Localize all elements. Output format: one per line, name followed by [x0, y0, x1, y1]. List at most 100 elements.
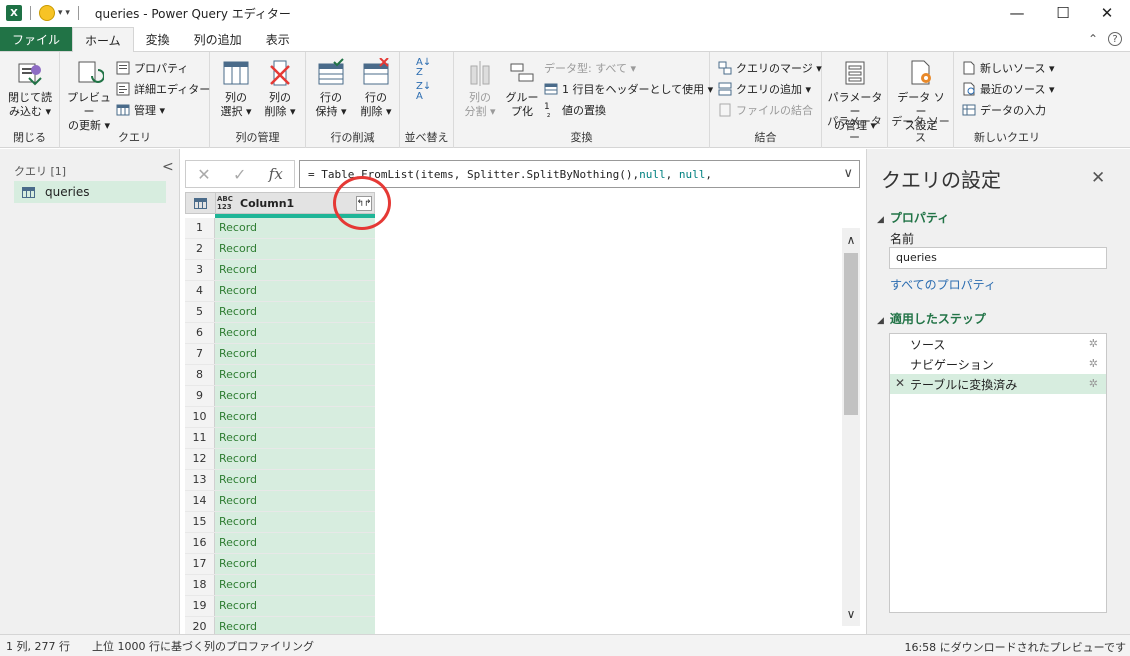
- row-number[interactable]: 10: [185, 407, 215, 427]
- row-number[interactable]: 4: [185, 281, 215, 301]
- table-row[interactable]: 9 Record: [185, 386, 375, 407]
- query-item-queries[interactable]: queries: [14, 181, 166, 203]
- advanced-editor-button[interactable]: 詳細エディター: [116, 79, 210, 99]
- table-row[interactable]: 8 Record: [185, 365, 375, 386]
- record-cell[interactable]: Record: [215, 281, 375, 301]
- tab-home[interactable]: ホーム: [72, 27, 134, 52]
- gear-icon[interactable]: ✲: [1089, 357, 1098, 370]
- row-number[interactable]: 15: [185, 512, 215, 532]
- sort-descending-button[interactable]: Z↓ A: [416, 82, 431, 102]
- refresh-preview-button[interactable]: プレビュー の更新 ▾: [64, 58, 114, 133]
- scroll-up-icon[interactable]: ∧: [842, 230, 860, 250]
- merge-queries-button[interactable]: クエリのマージ ▾: [718, 58, 822, 78]
- gear-icon[interactable]: ✲: [1089, 377, 1098, 390]
- ribbon-collapse-icon[interactable]: ⌃: [1088, 32, 1098, 46]
- record-cell[interactable]: Record: [215, 533, 375, 553]
- choose-columns-button[interactable]: 列の 選択 ▾: [214, 58, 258, 119]
- record-cell[interactable]: Record: [215, 596, 375, 616]
- keep-rows-button[interactable]: 行の 保持 ▾: [308, 58, 354, 119]
- record-cell[interactable]: Record: [215, 449, 375, 469]
- step-converted-to-table[interactable]: ✕ テーブルに変換済み ✲: [890, 374, 1106, 394]
- table-row[interactable]: 15 Record: [185, 512, 375, 533]
- table-row[interactable]: 16 Record: [185, 533, 375, 554]
- enter-data-button[interactable]: データの入力: [962, 100, 1046, 120]
- split-column-button[interactable]: 列の 分割 ▾: [460, 58, 500, 119]
- close-and-load-button[interactable]: 閉じて読 み込む ▾: [6, 58, 54, 119]
- record-cell[interactable]: Record: [215, 407, 375, 427]
- row-number[interactable]: 2: [185, 239, 215, 259]
- row-number[interactable]: 5: [185, 302, 215, 322]
- gear-icon[interactable]: ✲: [1089, 337, 1098, 350]
- row-number[interactable]: 19: [185, 596, 215, 616]
- step-source[interactable]: ソース ✲: [890, 334, 1106, 354]
- close-window-button[interactable]: ✕: [1084, 0, 1130, 26]
- record-cell[interactable]: Record: [215, 575, 375, 595]
- table-row[interactable]: 2 Record: [185, 239, 375, 260]
- tab-add-column[interactable]: 列の追加: [182, 27, 254, 51]
- properties-section-header[interactable]: ◢ プロパティ: [877, 209, 949, 226]
- close-settings-icon[interactable]: ✕: [1091, 168, 1105, 188]
- step-navigation[interactable]: ナビゲーション ✲: [890, 354, 1106, 374]
- scroll-thumb[interactable]: [844, 253, 858, 415]
- record-cell[interactable]: Record: [215, 260, 375, 280]
- row-number[interactable]: 16: [185, 533, 215, 553]
- replace-values-button[interactable]: 1 ₂ 値の置換: [544, 100, 606, 120]
- table-row[interactable]: 12 Record: [185, 449, 375, 470]
- manage-button[interactable]: 管理 ▾: [116, 100, 165, 120]
- record-cell[interactable]: Record: [215, 428, 375, 448]
- tab-file[interactable]: ファイル: [0, 27, 73, 51]
- applied-steps-header[interactable]: ◢ 適用したステップ: [877, 310, 986, 327]
- record-cell[interactable]: Record: [215, 302, 375, 322]
- remove-columns-button[interactable]: 列の 削除 ▾: [258, 58, 302, 119]
- record-cell[interactable]: Record: [215, 470, 375, 490]
- recent-sources-button[interactable]: 最近のソース ▾: [962, 79, 1054, 99]
- table-row[interactable]: 7 Record: [185, 344, 375, 365]
- row-number[interactable]: 12: [185, 449, 215, 469]
- help-icon[interactable]: ?: [1108, 32, 1122, 46]
- table-row[interactable]: 5 Record: [185, 302, 375, 323]
- table-row[interactable]: 4 Record: [185, 281, 375, 302]
- table-row[interactable]: 13 Record: [185, 470, 375, 491]
- row-number[interactable]: 1: [185, 218, 215, 238]
- tab-view[interactable]: 表示: [254, 27, 302, 51]
- maximize-button[interactable]: ☐: [1040, 0, 1086, 26]
- insert-function-icon[interactable]: fx: [269, 165, 283, 183]
- column-type-any-icon[interactable]: ABC 123: [217, 195, 233, 211]
- table-row[interactable]: 11 Record: [185, 428, 375, 449]
- collapse-chevron-icon[interactable]: <: [162, 159, 174, 175]
- column-header-column1[interactable]: Column1: [240, 197, 294, 210]
- record-cell[interactable]: Record: [215, 512, 375, 532]
- row-number[interactable]: 14: [185, 491, 215, 511]
- table-row[interactable]: 18 Record: [185, 575, 375, 596]
- scroll-down-icon[interactable]: ∨: [842, 604, 860, 624]
- row-number[interactable]: 13: [185, 470, 215, 490]
- delete-step-icon[interactable]: ✕: [895, 376, 905, 390]
- table-row[interactable]: 6 Record: [185, 323, 375, 344]
- record-cell[interactable]: Record: [215, 491, 375, 511]
- record-cell[interactable]: Record: [215, 554, 375, 574]
- row-number[interactable]: 17: [185, 554, 215, 574]
- query-name-field[interactable]: queries: [889, 247, 1107, 269]
- data-type-dropdown[interactable]: データ型: すべて ▾: [544, 58, 636, 78]
- record-cell[interactable]: Record: [215, 365, 375, 385]
- grid-scrollbar[interactable]: ∧ ∨: [842, 228, 860, 626]
- row-number[interactable]: 11: [185, 428, 215, 448]
- append-queries-button[interactable]: クエリの追加 ▾: [718, 79, 811, 99]
- record-cell[interactable]: Record: [215, 323, 375, 343]
- smiley-feedback-icon[interactable]: [39, 5, 55, 21]
- row-number[interactable]: 18: [185, 575, 215, 595]
- commit-formula-icon[interactable]: ✓: [233, 165, 246, 184]
- table-row[interactable]: 19 Record: [185, 596, 375, 617]
- row-number[interactable]: 8: [185, 365, 215, 385]
- record-cell[interactable]: Record: [215, 344, 375, 364]
- new-source-button[interactable]: 新しいソース ▾: [962, 58, 1054, 78]
- sort-ascending-button[interactable]: A↓ Z: [416, 58, 431, 78]
- row-number[interactable]: 6: [185, 323, 215, 343]
- table-row[interactable]: 3 Record: [185, 260, 375, 281]
- quick-access-dropdown-icon[interactable]: ▾ ▾: [58, 8, 70, 18]
- row-number[interactable]: 3: [185, 260, 215, 280]
- minimize-button[interactable]: —: [994, 0, 1040, 26]
- table-row[interactable]: 14 Record: [185, 491, 375, 512]
- record-cell[interactable]: Record: [215, 386, 375, 406]
- combine-files-button[interactable]: ファイルの結合: [718, 100, 813, 120]
